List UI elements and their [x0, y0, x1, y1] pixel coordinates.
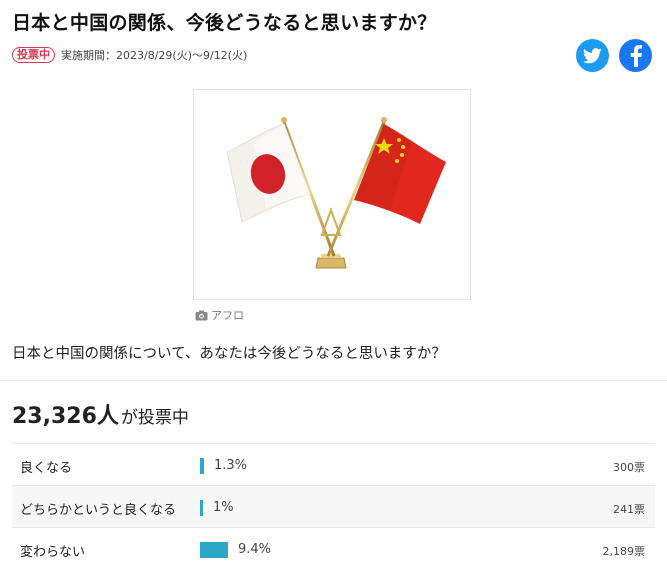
result-votes: 2,189票 — [602, 545, 646, 558]
twitter-icon — [583, 47, 602, 63]
poll-results: 良くなる 1.3% 300票 どちらかというと良くなる 1% 241票 変わらな… — [12, 443, 655, 568]
camera-icon — [195, 310, 208, 320]
section-divider — [0, 380, 667, 381]
result-label: どちらかというと良くなる — [20, 503, 177, 518]
result-votes: 241票 — [613, 503, 645, 516]
vote-total: 23,326人 が投票中 — [12, 398, 189, 430]
page-title: 日本と中国の関係、今後どうなると思いますか？ — [12, 12, 437, 34]
result-label: 変わらない — [20, 545, 86, 560]
vote-total-suffix: が投票中 — [120, 408, 189, 428]
vote-total-count: 23,326人 — [12, 404, 119, 429]
result-percent: 1% — [213, 500, 234, 515]
flags-image — [226, 117, 446, 269]
facebook-share-button[interactable] — [619, 39, 652, 72]
poll-meta: 投票中 実施期間：2023/8/29(火)～9/12(火) — [12, 47, 247, 63]
twitter-share-button[interactable] — [576, 39, 609, 72]
photo-credit-text: アフロ — [211, 309, 244, 322]
result-percent: 1.3% — [214, 458, 248, 473]
result-votes: 300票 — [613, 461, 645, 474]
poll-question: 日本と中国の関係について、あなたは今後どうなると思いますか？ — [12, 346, 446, 362]
poll-period: 実施期間：2023/8/29(火)～9/12(火) — [61, 49, 248, 62]
status-badge: 投票中 — [12, 47, 55, 63]
photo-credit: アフロ — [195, 307, 244, 323]
result-bar — [200, 542, 228, 558]
result-bar — [200, 500, 203, 516]
result-row: 良くなる 1.3% 300票 — [12, 443, 655, 485]
facebook-icon — [630, 44, 642, 67]
result-row: どちらかというと良くなる 1% 241票 — [12, 485, 655, 527]
result-row: 変わらない 9.4% 2,189票 — [12, 527, 655, 568]
flags-photo — [193, 89, 471, 300]
result-bar — [200, 458, 204, 474]
result-percent: 9.4% — [238, 542, 272, 557]
result-label: 良くなる — [20, 461, 73, 476]
